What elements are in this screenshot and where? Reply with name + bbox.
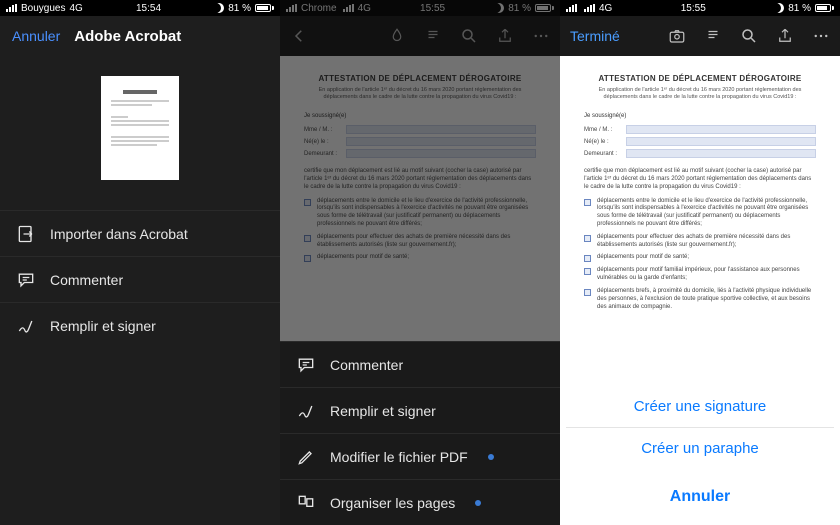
organize-icon — [296, 493, 316, 513]
document-thumbnail-wrap — [0, 56, 280, 210]
comment-icon — [16, 270, 36, 290]
document-thumbnail[interactable] — [101, 76, 179, 180]
action-comment-label: Commenter — [50, 272, 123, 288]
premium-badge-icon — [475, 500, 481, 506]
tool-edit-pdf-label: Modifier le fichier PDF — [330, 449, 468, 465]
network-label: 4G — [599, 3, 612, 14]
battery-pct: 81 % — [788, 3, 811, 14]
tool-organize-label: Organiser les pages — [330, 495, 455, 511]
premium-badge-icon — [488, 454, 494, 460]
battery-icon — [255, 4, 274, 12]
tool-organize[interactable]: Organiser les pages — [280, 479, 560, 525]
app-title: Adobe Acrobat — [74, 28, 181, 45]
done-button[interactable]: Terminé — [570, 28, 620, 44]
tool-comment-label: Commenter — [330, 357, 403, 373]
battery-pct: 81 % — [228, 3, 251, 14]
status-bar: 4G 15:55 81 % — [560, 0, 840, 16]
tool-comment[interactable]: Commenter — [280, 341, 560, 387]
panel-signature-sheet: 4G 15:55 81 % Terminé ATTESTATION DE DÉP… — [560, 0, 840, 525]
text-settings-icon[interactable] — [704, 27, 722, 45]
tool-fill-sign[interactable]: Remplir et signer — [280, 387, 560, 433]
signal-icon — [6, 4, 17, 12]
action-fill-sign-label: Remplir et signer — [50, 318, 156, 334]
share-header: Annuler Adobe Acrobat — [0, 16, 280, 56]
sheet-cancel[interactable]: Annuler — [566, 475, 834, 519]
sheet-create-initials[interactable]: Créer un paraphe — [566, 427, 834, 469]
doc-subtitle: En application de l'article 1ᵉʳ du décre… — [584, 87, 816, 101]
more-icon[interactable] — [812, 27, 830, 45]
doc-soussigne: Je soussigné(e) — [584, 113, 816, 119]
clock: 15:55 — [681, 3, 706, 14]
pencil-icon — [296, 447, 316, 467]
status-bar: Bouygues 4G 15:54 81 % — [0, 0, 280, 16]
panel-share-sheet: Bouygues 4G 15:54 81 % Annuler Adobe Acr… — [0, 0, 280, 525]
tool-fill-sign-label: Remplir et signer — [330, 403, 436, 419]
signal-icon — [566, 4, 577, 12]
cancel-button[interactable]: Annuler — [12, 28, 60, 44]
dnd-icon — [774, 3, 784, 13]
toolbar: Terminé — [560, 16, 840, 56]
dnd-icon — [214, 3, 224, 13]
sheet-create-signature[interactable]: Créer une signature — [566, 385, 834, 427]
action-comment[interactable]: Commenter — [0, 256, 280, 302]
action-import-label: Importer dans Acrobat — [50, 226, 188, 242]
comment-icon — [296, 355, 316, 375]
bottom-tools-menu: Commenter Remplir et signer Modifier le … — [280, 341, 560, 525]
network-label: 4G — [69, 3, 82, 14]
action-import[interactable]: Importer dans Acrobat — [0, 210, 280, 256]
tool-edit-pdf[interactable]: Modifier le fichier PDF — [280, 433, 560, 479]
sign-icon — [296, 401, 316, 421]
doc-cert: certifie que mon déplacement est lié au … — [584, 168, 816, 191]
sign-icon — [16, 316, 36, 336]
clock: 15:54 — [136, 3, 161, 14]
battery-icon — [815, 4, 834, 12]
doc-title: ATTESTATION DE DÉPLACEMENT DÉROGATOIRE — [584, 74, 816, 83]
action-fill-sign[interactable]: Remplir et signer — [0, 302, 280, 348]
camera-icon[interactable] — [668, 27, 686, 45]
signal-icon — [584, 4, 595, 12]
share-icon[interactable] — [776, 27, 794, 45]
search-icon[interactable] — [740, 27, 758, 45]
carrier-label: Bouygues — [21, 3, 65, 14]
import-icon — [16, 224, 36, 244]
panel-tools-menu: Chrome 4G 15:55 81 % ATTESTATION DE DÉPL… — [280, 0, 560, 525]
action-sheet: Créer une signature Créer un paraphe Ann… — [560, 385, 840, 525]
